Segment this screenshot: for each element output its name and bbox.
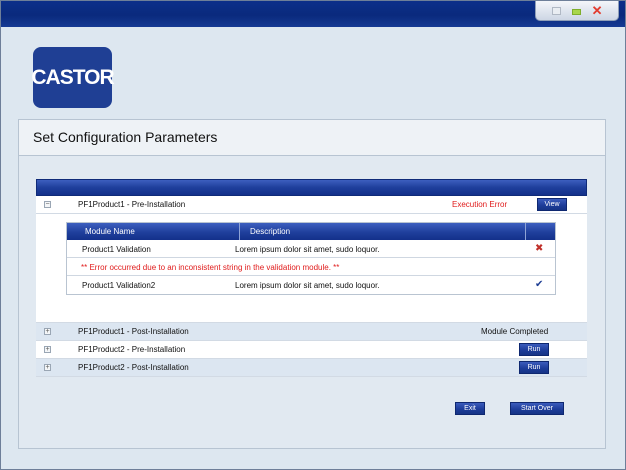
minimize-icon[interactable]	[571, 9, 581, 15]
window-controls: ✕	[535, 1, 619, 21]
expand-icon[interactable]: +	[44, 346, 51, 353]
column-divider	[239, 223, 240, 240]
column-divider	[525, 223, 526, 240]
error-row: ** Error occurred due to an inconsistent…	[67, 258, 555, 276]
castor-logo: CASTOR	[31, 47, 115, 108]
status-error-text: Execution Error	[452, 200, 508, 209]
installation-grid: − PF1Product1 - Pre-Installation Executi…	[36, 179, 587, 377]
grid-row-pf1product1-pre[interactable]: − PF1Product1 - Pre-Installation Executi…	[36, 196, 587, 214]
grid-row-pf1product2-post[interactable]: + PF1Product2 - Post-Installation Run	[36, 359, 587, 377]
panel-header: Set Configuration Parameters	[19, 120, 605, 156]
run-button[interactable]: Run	[519, 343, 549, 356]
expand-icon[interactable]: +	[44, 364, 51, 371]
page-title: Set Configuration Parameters	[33, 129, 218, 145]
row-label: PF1Product2 - Pre-Installation	[78, 345, 186, 354]
start-over-button[interactable]: Start Over	[510, 402, 564, 415]
expand-icon[interactable]: +	[44, 328, 51, 335]
grid-header-bar	[36, 179, 587, 196]
view-button[interactable]: View	[537, 198, 567, 211]
module-description: Lorem ipsum dolor sit amet, sudo loquor.	[235, 281, 380, 290]
subtable-header: Module Name Description	[67, 223, 555, 240]
module-subtable: Module Name Description Product1 Validat…	[66, 222, 556, 295]
grid-row-pf1product2-pre[interactable]: + PF1Product2 - Pre-Installation Run	[36, 341, 587, 359]
status-text: Module Completed	[481, 327, 549, 336]
row-label: PF1Product1 - Post-Installation	[78, 327, 189, 336]
run-button[interactable]: Run	[519, 361, 549, 374]
column-header-module-name: Module Name	[85, 227, 135, 236]
collapse-icon[interactable]: −	[44, 201, 51, 208]
row-label: PF1Product2 - Post-Installation	[78, 363, 189, 372]
column-header-description: Description	[250, 227, 291, 236]
table-row[interactable]: Product1 Validation2 Lorem ipsum dolor s…	[67, 276, 555, 294]
row-label: PF1Product1 - Pre-Installation	[78, 200, 186, 209]
module-description: Lorem ipsum dolor sit amet, sudo loquor.	[235, 245, 380, 254]
row-detail-area: Module Name Description Product1 Validat…	[36, 214, 587, 323]
grid-row-pf1product1-post[interactable]: + PF1Product1 - Post-Installation Module…	[36, 323, 587, 341]
exit-button[interactable]: Exit	[455, 402, 485, 415]
close-icon[interactable]: ✕	[592, 4, 603, 17]
module-name: Product1 Validation2	[82, 281, 156, 290]
app-window: ✕ CASTOR Set Configuration Parameters − …	[0, 0, 626, 470]
restore-icon[interactable]	[551, 6, 561, 15]
error-x-icon: ✖	[535, 243, 544, 254]
table-row[interactable]: Product1 Validation Lorem ipsum dolor si…	[67, 240, 555, 258]
module-name: Product1 Validation	[82, 245, 151, 254]
checkmark-icon: ✔	[535, 279, 544, 290]
title-bar: ✕	[1, 1, 625, 27]
error-message: ** Error occurred due to an inconsistent…	[81, 263, 340, 272]
